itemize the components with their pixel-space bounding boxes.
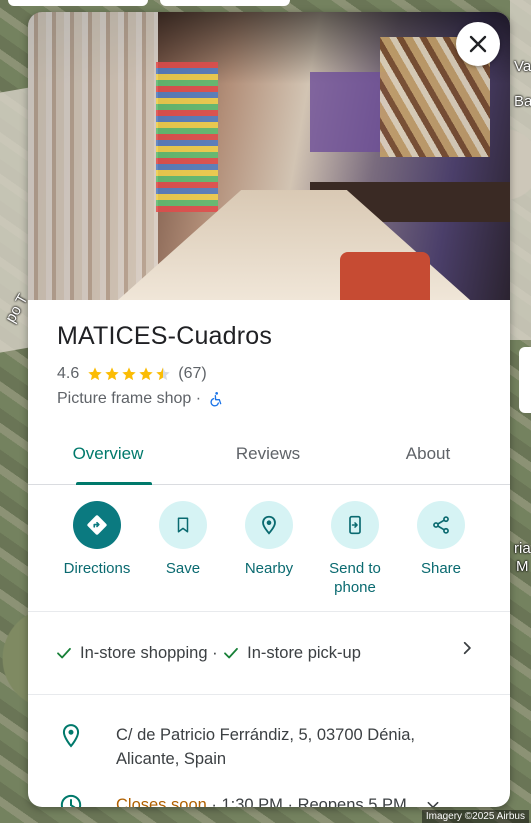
star-icon [122,367,136,381]
place-title: MATICES-Cuadros [57,322,273,350]
place-photo[interactable] [28,12,510,300]
map-top-tab [8,0,148,6]
tab-overview[interactable]: Overview [28,435,188,484]
address-line-2: Alicante, Spain [116,750,227,768]
directions-label: Directions [63,560,131,577]
send-to-phone-circle [331,501,379,549]
nearby-circle [245,501,293,549]
star-rating[interactable] [87,366,172,382]
check-icon [55,644,73,662]
star-icon [88,367,102,381]
send-to-phone-button[interactable]: Send to phone [312,501,398,597]
address-row[interactable]: C/ de Patricio Ferrándiz, 5, 03700 Dénia… [28,723,510,771]
address-line-1: C/ de Patricio Ferrándiz, 5, 03700 Dénia… [116,726,415,744]
close-icon [469,35,487,53]
service-option-label: In-store pick-up [247,643,361,662]
separator: · [191,390,206,407]
map-label: M [516,558,529,575]
collapse-side-panel-tab[interactable] [519,347,531,413]
nearby-label: Nearby [244,560,294,577]
directions-button[interactable]: Directions [54,501,140,597]
directions-icon [87,515,107,535]
share-circle [417,501,465,549]
wheelchair-accessible-icon [209,392,221,407]
rating-value: 4.6 [57,365,80,382]
tab-reviews[interactable]: Reviews [188,435,348,484]
share-button[interactable]: Share [398,501,484,597]
directions-circle [73,501,121,549]
star-icon [105,367,119,381]
map-label: ria [514,540,531,557]
chevron-down-icon[interactable] [426,795,440,807]
save-circle [159,501,207,549]
nearby-button[interactable]: Nearby [226,501,312,597]
tab-bar: Overview Reviews About [28,435,510,485]
half-star-icon [156,367,170,381]
rating-row: 4.6 (67) [57,365,510,383]
location-pin-icon [60,723,82,749]
check-icon [222,644,240,662]
place-details-panel: MATICES-Cuadros 4.6 (67) Picture frame s… [28,12,510,807]
hours-detail: · 1:30 PM · Reopens 5 PM [206,796,407,807]
hours-status: Closes soon [116,796,207,807]
map-label: Ba [514,93,531,110]
save-label: Save [165,560,201,577]
send-to-phone-label: Send to phone [329,560,381,596]
place-category[interactable]: Picture frame shop [57,390,191,408]
nearby-icon [262,515,276,535]
map-road [510,0,531,340]
map-label: Va [514,58,531,75]
map-attribution: Imagery ©2025 Airbus [421,810,529,823]
hours-row[interactable]: Closes soon · 1:30 PM · Reopens 5 PM [28,793,510,807]
bookmark-icon [177,517,189,533]
save-button[interactable]: Save [140,501,226,597]
share-label: Share [420,560,462,577]
service-option-label: In-store shopping [80,643,208,662]
chevron-right-icon [460,641,474,660]
address-text: C/ de Patricio Ferrándiz, 5, 03700 Dénia… [116,723,415,771]
action-buttons: Directions Save Nearby Send to phone Sha… [28,485,510,612]
category-row: Picture frame shop · [57,390,510,408]
share-icon [433,516,449,534]
close-button[interactable] [456,22,500,66]
active-tab-indicator [76,482,152,485]
review-count[interactable]: (67) [178,365,206,383]
tab-about[interactable]: About [348,435,508,484]
send-to-phone-icon [349,515,361,535]
star-icon [139,367,153,381]
service-options-row[interactable]: In-store shopping · In-store pick-up [28,612,510,695]
hours-text: Closes soon · 1:30 PM · Reopens 5 PM [116,793,407,807]
clock-icon [60,793,82,807]
map-top-tab [160,0,290,6]
separator: · [207,643,223,662]
